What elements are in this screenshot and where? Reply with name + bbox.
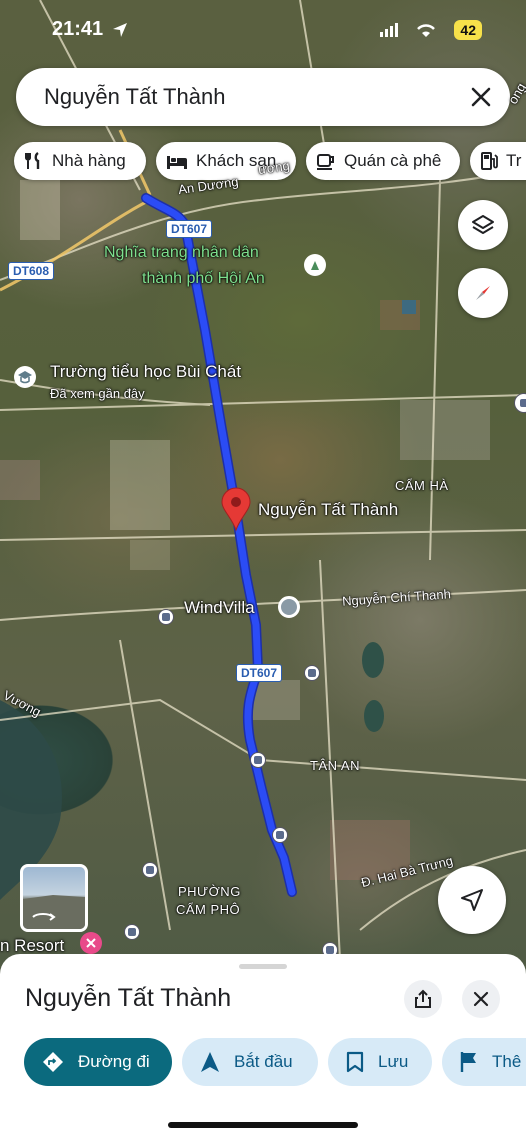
area-label: PHƯỜNG [178,884,241,899]
poi-label[interactable]: WindVilla [184,598,255,618]
place-title: Nguyễn Tất Thành [25,984,232,1012]
status-time: 21:41 [52,18,104,40]
layers-icon [472,215,494,234]
poi-sublabel: Đã xem gần đây [50,386,145,401]
coffee-cup-icon [317,154,334,170]
navigation-arrow-icon [461,889,483,911]
start-button[interactable]: Bắt đầu [182,1038,318,1086]
chip-label: Tr [506,151,522,170]
action-label: Lưu [378,1052,409,1071]
place-sheet: Nguyễn Tất Thành Đường đi Bắt đầu Lưu Th… [0,954,526,1138]
close-icon[interactable] [466,82,496,112]
street-view-thumbnail[interactable] [20,864,88,932]
street-view-rotate-icon [23,895,85,929]
bus-stop-icon[interactable] [272,827,288,843]
close-sheet-button[interactable] [462,980,500,1018]
action-label: Thê [492,1052,522,1071]
route-shield: DT608 [8,262,55,280]
sheet-drag-handle[interactable] [239,964,287,969]
area-label: TÂN AN [310,758,360,773]
bus-stop-icon[interactable] [142,862,158,878]
chip-restaurants[interactable]: Nhà hàng [14,142,146,180]
battery-level: 42 [454,20,482,40]
action-label: Bắt đầu [234,1052,293,1071]
signal-icon [380,23,398,37]
bus-stop-icon[interactable] [158,609,174,625]
cemetery-icon[interactable] [304,254,326,276]
share-button[interactable] [404,980,442,1018]
bus-stop-icon[interactable] [124,924,140,940]
route-shield: DT607 [236,664,283,682]
chip-label: Quán cà phê [344,151,442,170]
chip-gas[interactable]: Tr [470,142,526,180]
flag-icon [460,1052,476,1072]
search-input[interactable]: Nguyễn Tất Thành [44,84,225,110]
fork-knife-icon [25,152,40,169]
compass-icon [476,286,490,300]
share-icon [415,989,431,1008]
route-shield: DT607 [166,220,213,238]
bus-stop-icon[interactable] [304,665,320,681]
directions-button[interactable]: Đường đi [24,1038,172,1086]
layers-button[interactable] [458,200,508,250]
bookmark-icon [346,1051,364,1073]
action-buttons: Đường đi Bắt đầu Lưu Thê [24,1038,526,1086]
add-label-button[interactable]: Thê [442,1038,526,1086]
place-dot-icon[interactable] [278,596,300,618]
gas-pump-icon [481,152,498,170]
save-button[interactable]: Lưu [328,1038,432,1086]
bus-stop-icon[interactable] [250,752,266,768]
bed-icon [167,156,187,169]
navigation-arrow-icon [201,1052,219,1072]
poi-label[interactable]: Nghĩa trang nhân dân [104,244,259,262]
chip-cafes[interactable]: Quán cà phê [306,142,460,180]
close-icon [473,991,489,1007]
pin-label[interactable]: Nguyễn Tất Thành [258,500,398,520]
chip-label: Nhà hàng [52,151,126,170]
location-arrow-icon [113,23,127,37]
search-bar[interactable]: Nguyễn Tất Thành [16,68,510,126]
poi-label[interactable]: n Resort [0,936,64,956]
action-label: Đường đi [78,1052,150,1071]
location-pin-icon [221,487,251,532]
my-location-button[interactable] [438,866,506,934]
map-view[interactable]: 21:41 42 Nguyễn Tất Thành Nhà hàng Khách… [0,0,526,1000]
status-bar: 21:41 42 [0,14,526,46]
compass-button[interactable] [458,268,508,318]
area-label: CẨM HÀ [395,478,449,493]
wifi-icon [417,24,435,37]
poi-label[interactable]: Trường tiểu học Bùi Chát [50,362,241,382]
directions-icon [43,1052,63,1072]
home-indicator [168,1122,358,1128]
poi-label[interactable]: thành phố Hội An [142,270,265,288]
area-label: CẨM PHÔ [176,902,241,917]
resort-icon[interactable] [80,932,102,954]
school-icon[interactable] [14,366,36,388]
